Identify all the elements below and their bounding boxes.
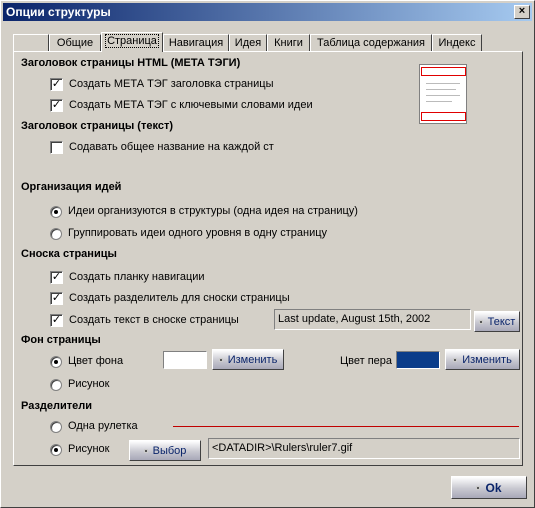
create-title-tag-checkbox[interactable]: ✓ bbox=[50, 78, 63, 91]
one-idea-per-page-radio[interactable] bbox=[50, 206, 62, 218]
tab-idea-label: Идея bbox=[234, 37, 262, 49]
tab-page[interactable]: Страница bbox=[101, 32, 163, 52]
checkmark-icon: ✓ bbox=[51, 78, 62, 90]
divider-image-label: Рисунок bbox=[68, 443, 110, 455]
window-title: Опции структуры bbox=[6, 5, 111, 19]
bg-color-change-button[interactable]: Изменить bbox=[212, 349, 284, 370]
section-html-title: Заголовок страницы HTML (МЕТА ТЭГИ) bbox=[21, 57, 241, 69]
footnote-separator-checkbox[interactable]: ✓ bbox=[50, 292, 63, 305]
ruler-preview-line bbox=[173, 426, 519, 427]
structure-options-window: Опции структуры × Общие Страница Навигац… bbox=[0, 0, 535, 508]
checkmark-icon: ✓ bbox=[51, 292, 62, 304]
section-footnote: Сноска страницы bbox=[21, 248, 117, 260]
section-page-title: Заголовок страницы (текст) bbox=[21, 120, 174, 132]
footnote-text-label: Создать текст в сноске страницы bbox=[69, 314, 239, 326]
tab-index-label: Индекс bbox=[438, 37, 476, 49]
pen-color-swatch bbox=[396, 351, 440, 369]
checkmark-icon: ✓ bbox=[51, 314, 62, 326]
close-icon: × bbox=[518, 5, 526, 17]
tab-blank[interactable] bbox=[13, 34, 49, 52]
ok-button[interactable]: Ok bbox=[451, 476, 527, 499]
tab-general[interactable]: Общие bbox=[49, 34, 101, 52]
bg-color-swatch bbox=[163, 351, 207, 369]
preview-header-band bbox=[421, 67, 466, 76]
button-bullet-icon bbox=[453, 357, 458, 362]
tab-page-label: Страница bbox=[105, 34, 159, 48]
tab-idea[interactable]: Идея bbox=[229, 34, 267, 52]
tab-general-label: Общие bbox=[56, 37, 94, 49]
choose-divider-button[interactable]: Выбор bbox=[129, 440, 201, 461]
section-dividers: Разделители bbox=[21, 400, 93, 412]
common-name-label: Содавать общее название на каждой ст bbox=[69, 141, 274, 153]
bg-image-radio[interactable] bbox=[50, 379, 62, 391]
tab-toc-label: Таблица содержания bbox=[317, 37, 425, 49]
footnote-separator-label: Создать разделитель для сноски страницы bbox=[69, 292, 290, 304]
checkmark-icon: ✓ bbox=[51, 99, 62, 111]
button-bullet-icon bbox=[476, 485, 481, 490]
section-idea-org: Организация идей bbox=[21, 181, 122, 193]
section-background: Фон страницы bbox=[21, 334, 101, 346]
tab-books-label: Книги bbox=[274, 37, 303, 49]
nav-bar-label: Создать планку навигации bbox=[69, 271, 205, 283]
group-same-level-label: Группировать идеи одного уровня в одну с… bbox=[68, 227, 328, 239]
tab-navigation-label: Навигация bbox=[168, 37, 224, 49]
tab-toc[interactable]: Таблица содержания bbox=[310, 34, 432, 52]
create-title-tag-label: Создать МЕТА ТЭГ заголовка страницы bbox=[69, 78, 274, 90]
tab-navigation[interactable]: Навигация bbox=[163, 34, 229, 52]
group-same-level-radio[interactable] bbox=[50, 228, 62, 240]
divider-path-field[interactable]: <DATADIR>\Rulers\ruler7.gif bbox=[208, 438, 520, 459]
single-ruler-radio[interactable] bbox=[50, 421, 62, 433]
preview-footer-band bbox=[421, 112, 466, 121]
button-bullet-icon bbox=[218, 357, 223, 362]
nav-bar-checkbox[interactable]: ✓ bbox=[50, 271, 63, 284]
divider-image-radio[interactable] bbox=[50, 444, 62, 456]
page-preview-thumbnail bbox=[419, 64, 467, 124]
close-button[interactable]: × bbox=[514, 5, 530, 19]
tab-books[interactable]: Книги bbox=[267, 34, 310, 52]
button-bullet-icon bbox=[478, 319, 483, 324]
one-idea-per-page-label: Идеи организуются в структуры (одна идея… bbox=[68, 205, 358, 217]
footnote-text-field[interactable]: Last update, August 15th, 2002 bbox=[274, 309, 471, 330]
common-name-checkbox[interactable] bbox=[50, 141, 63, 154]
title-bar: Опции структуры × bbox=[3, 3, 532, 21]
bg-image-label: Рисунок bbox=[68, 378, 110, 390]
pen-color-change-button[interactable]: Изменить bbox=[445, 349, 520, 370]
create-keywords-tag-label: Создать МЕТА ТЭГ с ключевыми словами иде… bbox=[69, 99, 313, 111]
checkmark-icon: ✓ bbox=[51, 271, 62, 283]
pen-color-label: Цвет пера bbox=[340, 355, 393, 367]
create-keywords-tag-checkbox[interactable]: ✓ bbox=[50, 99, 63, 112]
tab-index[interactable]: Индекс bbox=[432, 34, 482, 52]
button-bullet-icon bbox=[143, 448, 148, 453]
footnote-text-checkbox[interactable]: ✓ bbox=[50, 314, 63, 327]
footnote-text-button[interactable]: Текст bbox=[474, 311, 520, 332]
bg-color-label: Цвет фона bbox=[68, 355, 124, 367]
bg-color-radio[interactable] bbox=[50, 356, 62, 368]
single-ruler-label: Одна рулетка bbox=[68, 420, 138, 432]
